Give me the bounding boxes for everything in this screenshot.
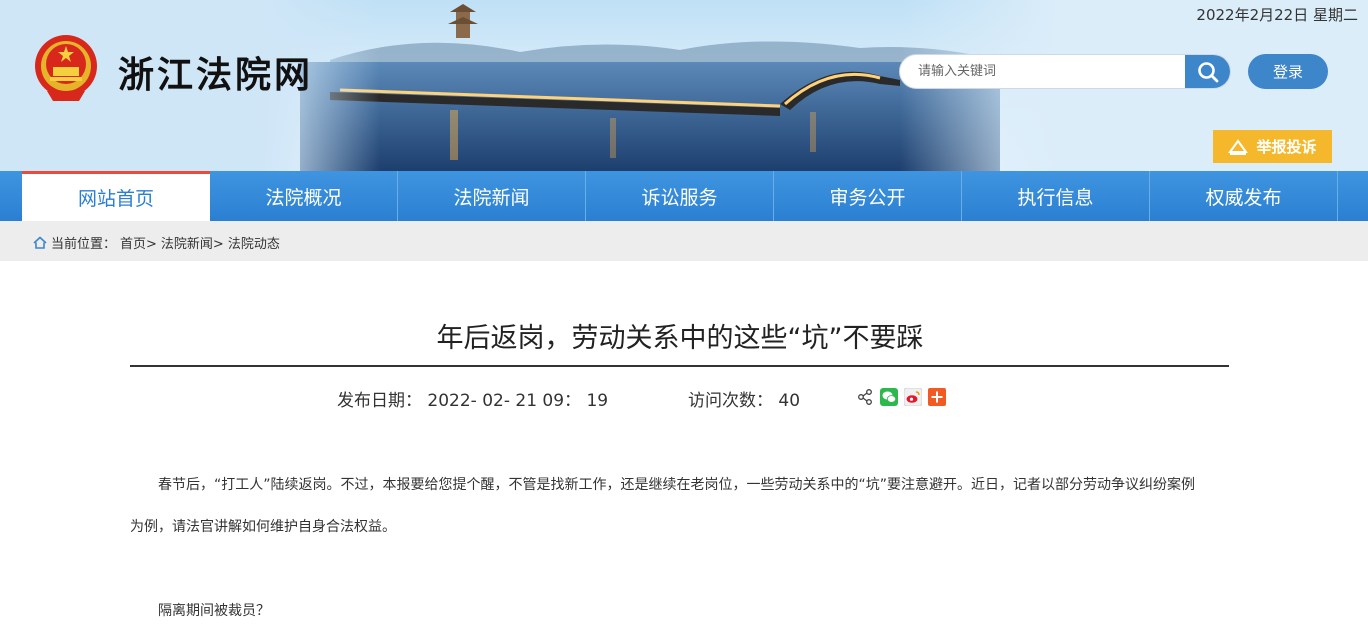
publish-date: 发布日期： 2022- 02- 21 09： 19 — [337, 386, 608, 411]
main-nav: 网站首页 法院概况 法院新闻 诉讼服务 审务公开 执行信息 权威发布 — [0, 171, 1368, 221]
visit-count: 访问次数： 40 — [688, 386, 800, 411]
article-paragraph-2: 隔离期间被裁员？ — [130, 590, 1230, 632]
nav-item-court-news[interactable]: 法院新闻 — [398, 171, 586, 221]
visit-count-value: 40 — [778, 391, 801, 411]
plus-share-icon[interactable] — [928, 388, 946, 406]
article-paragraph-2-text: 隔离期间被裁员？ — [158, 603, 270, 619]
nav-item-litigation-service[interactable]: 诉讼服务 — [586, 171, 774, 221]
title-divider — [130, 365, 1229, 367]
home-icon — [33, 236, 47, 249]
share-bar — [856, 388, 946, 406]
site-title: 浙江法院网 — [118, 54, 314, 96]
report-button[interactable]: 举报投诉 — [1213, 130, 1332, 163]
nav-item-judicial-openness[interactable]: 审务公开 — [774, 171, 962, 221]
report-icon — [1228, 138, 1249, 155]
article-paragraph-1-continued: 为例，请法官讲解如何维护自身合法权益。 — [130, 506, 1230, 548]
article-paragraph-1: 春节后，“打工人”陆续返岗。不过，本报要给您提个醒，不管是找新工作，还是继续在老… — [130, 464, 1230, 506]
article-paragraph-1-line-1: 春节后，“打工人”陆续返岗。不过，本报要给您提个醒，不管是找新工作，还是继续在老… — [158, 477, 1196, 493]
nav-item-court-overview[interactable]: 法院概况 — [210, 171, 398, 221]
breadcrumb-home[interactable]: 首页> — [120, 233, 157, 252]
nav-item-authoritative-release[interactable]: 权威发布 — [1150, 171, 1338, 221]
nav-item-home[interactable]: 网站首页 — [22, 171, 210, 221]
login-button[interactable]: 登录 — [1248, 54, 1328, 89]
article-paragraph-1-line-2: 为例，请法官讲解如何维护自身合法权益。 — [130, 519, 396, 535]
search-button[interactable] — [1185, 55, 1230, 88]
share-icon[interactable] — [856, 388, 874, 406]
weibo-icon[interactable] — [904, 388, 922, 406]
breadcrumb-prefix: 当前位置： — [51, 237, 117, 252]
search-icon — [1197, 61, 1218, 82]
site-banner: 浙江法院网 2022年2月22日 星期二 登录 举报投诉 — [0, 0, 1368, 171]
current-date: 2022年2月22日 星期二 — [1196, 6, 1358, 24]
report-label: 举报投诉 — [1256, 138, 1317, 156]
publish-date-label: 发布日期： — [337, 391, 422, 411]
breadcrumb: 当前位置： 首页> 法院新闻> 法院动态 — [33, 233, 280, 252]
article-title: 年后返岗，劳动关系中的这些“坑”不要踩 — [436, 323, 924, 354]
search-box — [899, 54, 1231, 89]
visit-count-label: 访问次数： — [688, 391, 773, 411]
search-input[interactable] — [900, 55, 1186, 88]
breadcrumb-court-updates[interactable]: 法院动态 — [228, 233, 280, 252]
breadcrumb-bar: 当前位置： 首页> 法院新闻> 法院动态 — [0, 221, 1368, 261]
national-emblem-icon — [35, 35, 97, 101]
nav-item-enforcement-info[interactable]: 执行信息 — [962, 171, 1150, 221]
publish-date-value: 2022- 02- 21 09： 19 — [427, 391, 609, 411]
breadcrumb-court-news[interactable]: 法院新闻> — [161, 233, 224, 252]
wechat-icon[interactable] — [880, 388, 898, 406]
